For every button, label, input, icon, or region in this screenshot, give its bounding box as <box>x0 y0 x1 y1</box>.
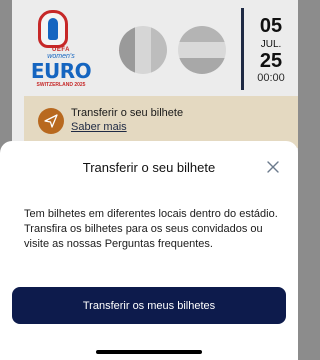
flag-a-stripe-2 <box>135 26 151 74</box>
learn-more-link[interactable]: Saber mais <box>71 121 127 133</box>
transfer-tickets-button[interactable]: Transferir os meus bilhetes <box>12 287 286 324</box>
home-indicator[interactable] <box>96 350 202 354</box>
transfer-bottom-sheet: Transferir o seu bilhete Tem bilhetes em… <box>0 141 298 360</box>
flag-b-stripe-2 <box>178 42 226 58</box>
match-year: 25 <box>259 50 283 72</box>
close-button[interactable] <box>264 158 282 176</box>
team-a-flag-icon <box>119 26 167 74</box>
team-b-flag-icon <box>178 26 226 74</box>
sheet-description: Tem bilhetes em diferentes locais dentro… <box>24 208 278 250</box>
tournament-logo: UEFA women's EURO SWITZERLAND 2025 <box>26 10 96 88</box>
logo-host-text: SWITZERLAND 2025 <box>36 82 86 88</box>
flag-a-stripe-1 <box>119 26 135 74</box>
match-month: JUL. <box>260 39 282 50</box>
sheet-title: Transferir o seu bilhete <box>82 160 216 175</box>
flag-b-stripe-3 <box>178 58 226 74</box>
flag-a-stripe-3 <box>151 26 167 74</box>
paper-plane-icon <box>38 108 64 134</box>
flag-b-stripe-1 <box>178 26 226 42</box>
close-icon <box>267 161 279 173</box>
match-time: 00:00 <box>257 72 285 84</box>
banner-title: Transferir o seu bilhete <box>71 107 184 119</box>
match-day: 05 <box>259 15 283 37</box>
logo-euro-text: EURO <box>30 59 92 83</box>
trophy-emblem-icon <box>38 10 68 48</box>
date-divider <box>241 8 244 90</box>
